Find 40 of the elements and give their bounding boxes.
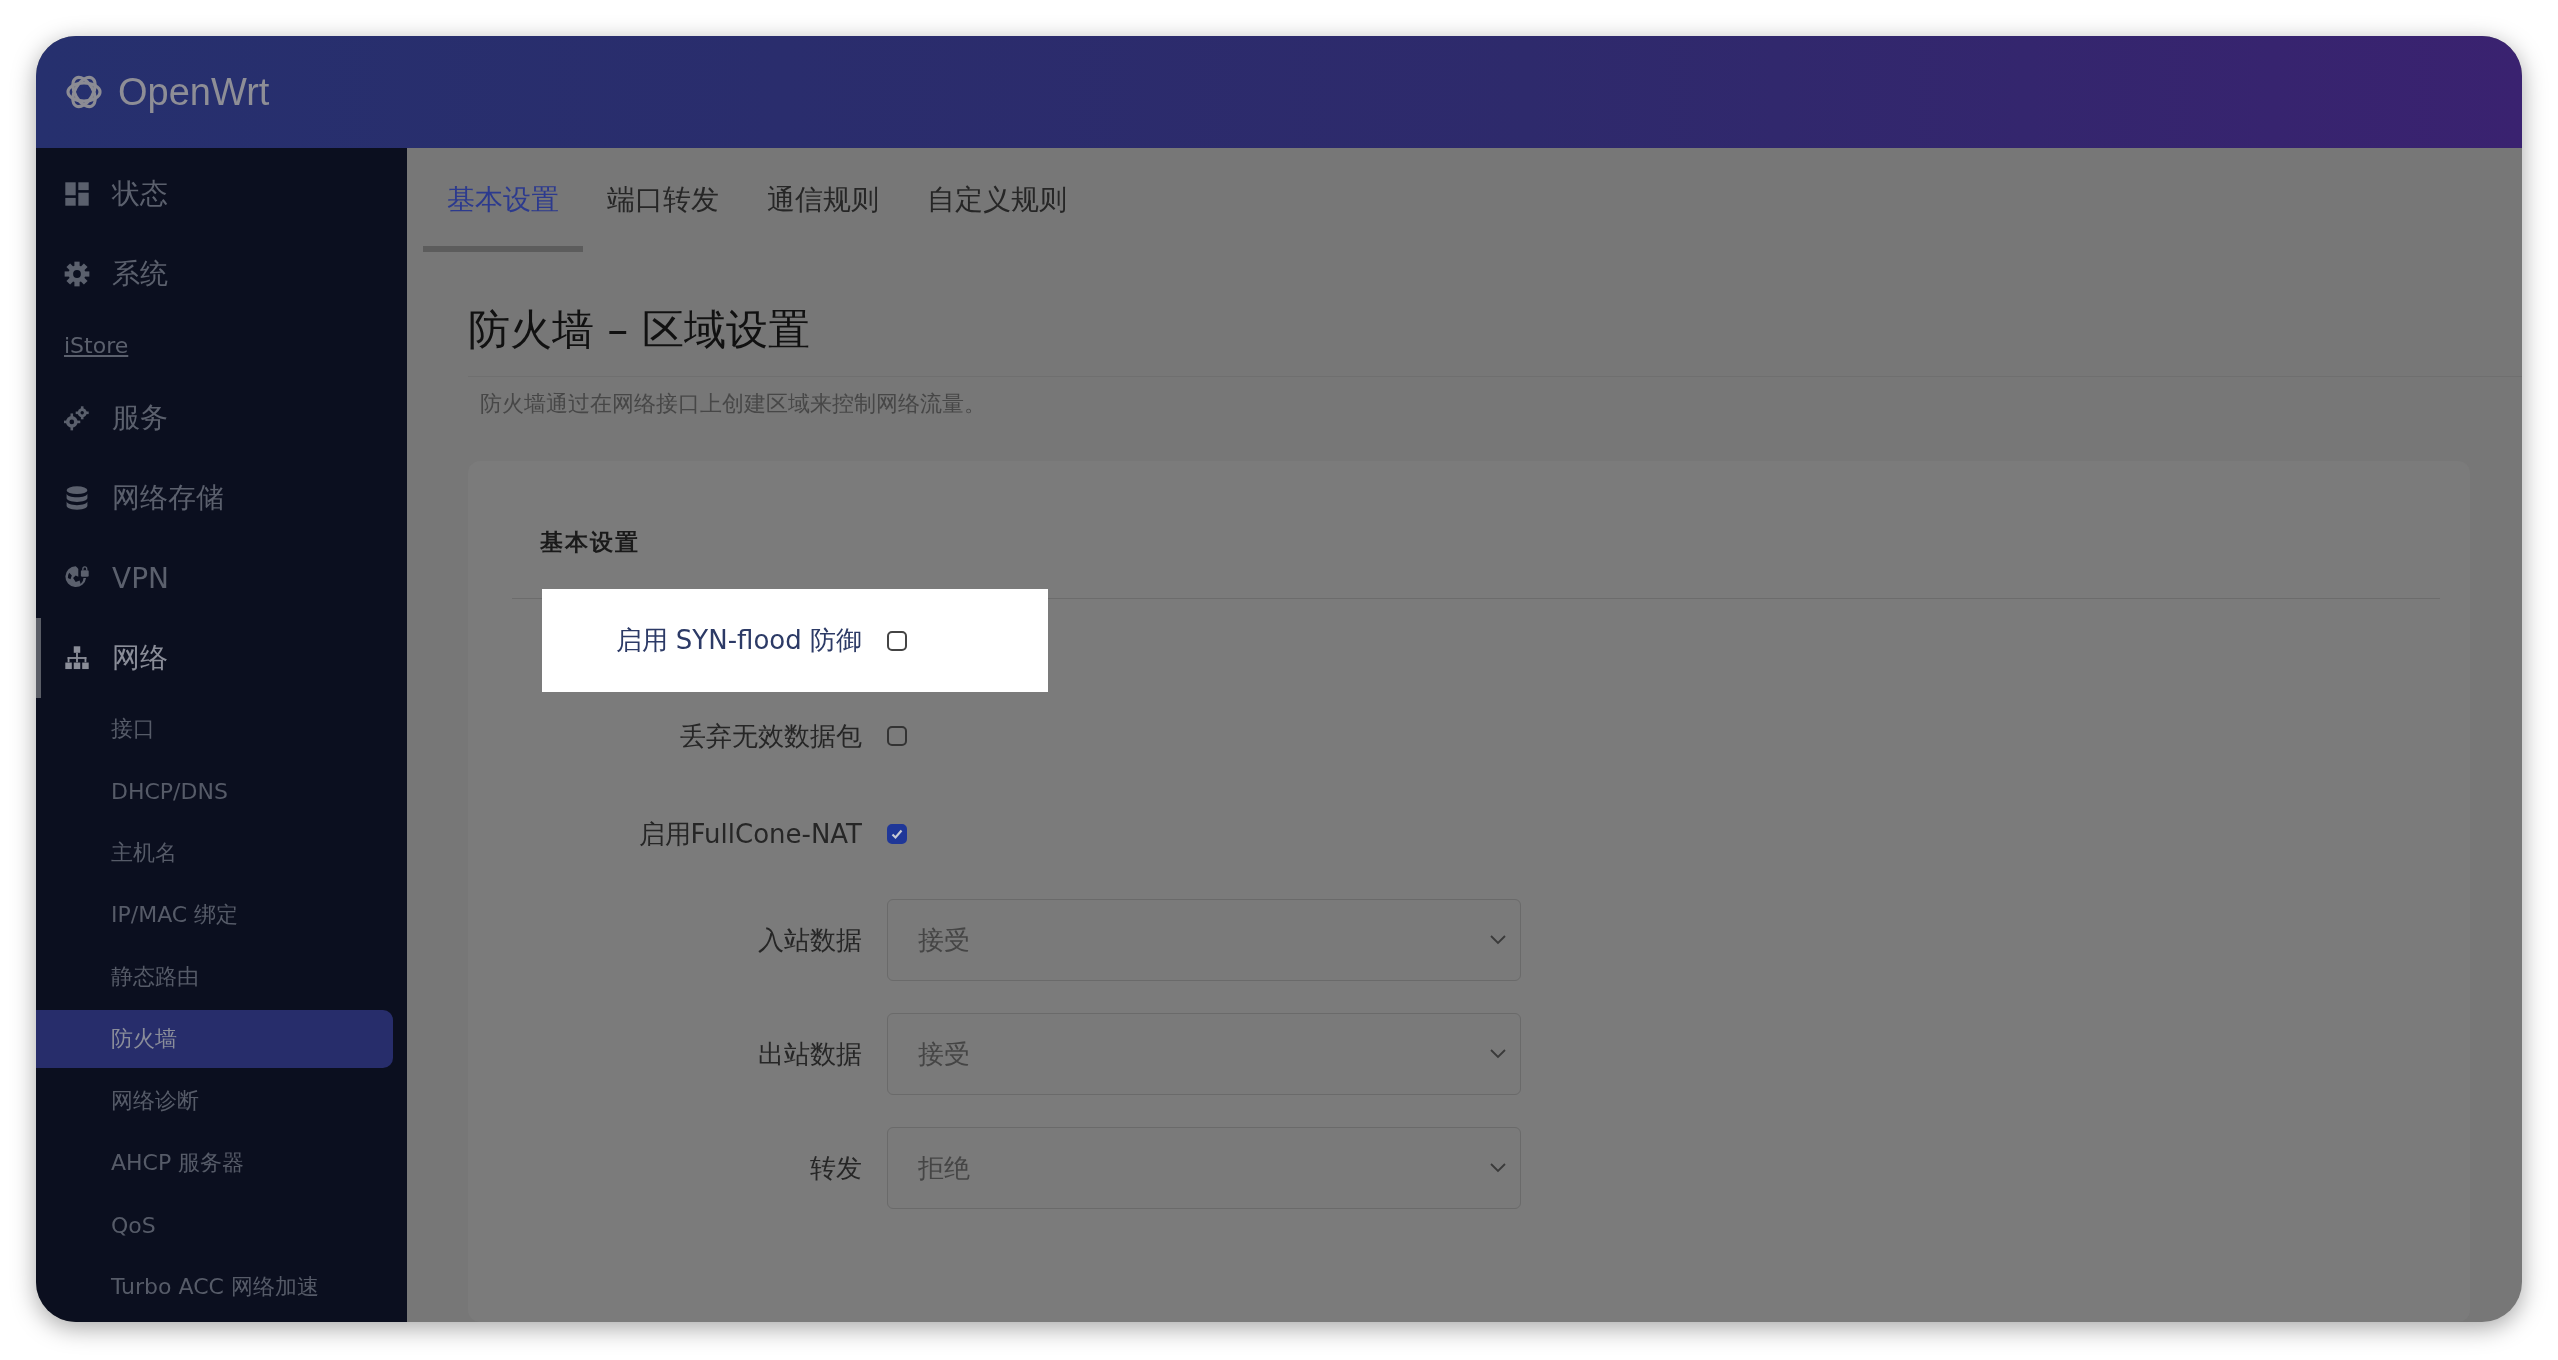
submenu-item[interactable]: 静态路由 [36, 948, 393, 1006]
submenu-item[interactable]: 接口 [36, 700, 393, 758]
sidebar-link[interactable]: iStore [36, 314, 129, 378]
gears-icon [64, 405, 90, 431]
submenu-item[interactable]: 主机名 [36, 824, 393, 882]
chevron-down-icon [1490, 935, 1506, 945]
submenu-item[interactable]: 网络诊断 [36, 1072, 393, 1130]
dashboard-icon [64, 181, 90, 207]
sidebar-item[interactable]: VPN [36, 538, 407, 618]
field-label: 丢弃无效数据包 [679, 719, 862, 753]
settings-icon [64, 261, 90, 287]
submenu-item[interactable]: IP/MAC 绑定 [36, 886, 393, 944]
sitemap-icon [64, 645, 90, 671]
sidebar-item[interactable]: 状态 [36, 154, 407, 234]
chevron-down-icon [1490, 1163, 1506, 1173]
tab[interactable]: 基本设置 [423, 148, 583, 252]
sidebar-item[interactable]: 服务 [36, 378, 407, 458]
tab[interactable]: 自定义规则 [903, 148, 1091, 252]
chevron-down-icon [1490, 1049, 1506, 1059]
submenu-item[interactable]: 防火墙 [36, 1010, 393, 1068]
field-label: 启用 SYN-flood 防御 [614, 624, 862, 657]
sidebar-item[interactable]: 网络 [36, 618, 407, 698]
checkbox[interactable] [887, 726, 907, 746]
brand-name: OpenWrt [118, 70, 270, 114]
field-label: 出站数据 [757, 1037, 862, 1071]
field-label: 转发 [809, 1151, 862, 1185]
tab[interactable]: 端口转发 [583, 148, 743, 252]
submenu-item[interactable]: QoS [36, 1196, 393, 1254]
sidebar-item[interactable]: 系统 [36, 234, 407, 314]
checkbox[interactable] [887, 630, 907, 651]
submenu-item[interactable]: AHCP 服务器 [36, 1134, 393, 1192]
field-label: 启用FullCone-NAT [637, 817, 862, 851]
submenu-item[interactable]: Turbo ACC 网络加速 [36, 1258, 393, 1316]
field-label: 入站数据 [757, 923, 862, 957]
checkbox[interactable] [887, 824, 907, 844]
submenu-item[interactable]: DHCP/DNS [36, 762, 393, 820]
tab[interactable]: 通信规则 [743, 148, 903, 252]
sidebar-item[interactable]: 网络存储 [36, 458, 407, 538]
page-title: 防火墙 – 区域设置 [468, 304, 811, 356]
database-icon [64, 485, 90, 511]
